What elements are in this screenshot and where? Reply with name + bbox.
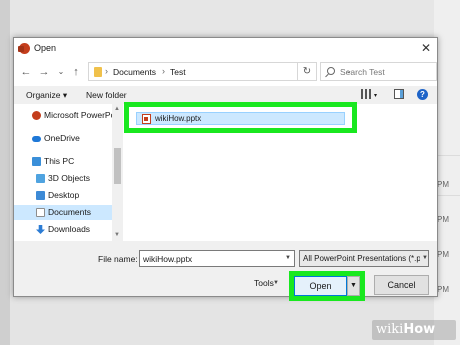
path-separator: › [162, 66, 165, 76]
document-icon [36, 208, 45, 217]
background-bottom-area [10, 300, 434, 345]
scrollbar-thumb[interactable] [114, 148, 121, 184]
background-time: PM [437, 180, 449, 189]
desktop-icon [36, 191, 45, 200]
open-options-dropdown[interactable]: ▼ [347, 276, 360, 296]
cloud-icon [32, 136, 41, 142]
sidebar-item-label: Documents [48, 207, 91, 217]
open-button-highlight: Open ▼ [289, 271, 365, 301]
sidebar-item-onedrive[interactable]: OneDrive [14, 131, 112, 146]
navigation-pane: Microsoft PowerPo OneDrive This PC 3D Ob… [14, 104, 116, 241]
view-options-icon[interactable] [361, 89, 371, 99]
open-button[interactable]: Open [294, 276, 347, 296]
background-time: PM [437, 215, 449, 224]
wikihow-watermark: wikiHow [372, 320, 456, 340]
file-item[interactable]: wikiHow.pptx [136, 112, 345, 125]
scroll-up-icon[interactable]: ▲ [114, 106, 120, 112]
dialog-title: Open [34, 43, 57, 53]
scroll-down-icon[interactable]: ▼ [114, 232, 120, 238]
background-left-panel [0, 0, 10, 345]
organize-button[interactable]: Organize ▾ [26, 90, 67, 101]
recent-locations-dropdown[interactable]: ⌄ [54, 65, 68, 79]
sidebar-item-label: This PC [44, 156, 75, 166]
file-name: wikiHow.pptx [155, 114, 202, 123]
refresh-button[interactable]: ↻ [298, 62, 317, 81]
dialog-footer: File name: wikiHow.pptx ▼ All PowerPoint… [14, 241, 437, 301]
new-folder-button[interactable]: New folder [86, 90, 127, 100]
view-options-dropdown[interactable]: ▾ [374, 92, 377, 99]
search-placeholder: Search Test [340, 67, 385, 77]
file-type-value: All PowerPoint Presentations (*.p [303, 254, 421, 263]
search-input[interactable]: Search Test [320, 62, 437, 81]
sidebar-item-downloads[interactable]: Downloads [14, 222, 112, 237]
file-highlight-box: wikiHow.pptx [124, 102, 357, 133]
preview-pane-icon[interactable] [394, 89, 404, 99]
up-button[interactable]: ↑ [69, 65, 83, 79]
cancel-button[interactable]: Cancel [374, 275, 429, 295]
sidebar-item-3d-objects[interactable]: 3D Objects [14, 171, 112, 186]
watermark-wiki: wiki [376, 322, 404, 337]
sidebar-item-label: Microsoft PowerPo [44, 110, 116, 120]
cube-icon [36, 174, 45, 183]
sidebar-item-label: OneDrive [44, 133, 80, 143]
address-bar[interactable]: › Documents › Test ⌄ [88, 62, 352, 81]
path-separator: › [105, 66, 108, 76]
computer-icon [32, 157, 41, 166]
open-file-dialog: Open ✕ ← → ⌄ ↑ › Documents › Test ⌄ ↻ Se… [13, 37, 438, 301]
file-type-filter[interactable]: All PowerPoint Presentations (*.p ▼ [299, 250, 429, 267]
search-icon [327, 67, 335, 75]
tools-button[interactable]: Tools [254, 278, 274, 288]
sidebar-item-label: Desktop [48, 190, 80, 200]
chevron-down-icon[interactable]: ▼ [420, 255, 428, 261]
sidebar-item-documents[interactable]: Documents [14, 205, 112, 220]
background-time: PM [437, 250, 449, 259]
sidebar-scrollbar[interactable]: ▲ ▼ [112, 104, 123, 241]
download-icon [36, 225, 45, 234]
pptx-file-icon [142, 114, 151, 124]
powerpoint-icon [18, 43, 30, 54]
chevron-down-icon[interactable]: ▼ [285, 255, 291, 261]
sidebar-item-label: 3D Objects [48, 173, 91, 183]
sidebar-item-microsoft-powerpoint[interactable]: Microsoft PowerPo [14, 108, 116, 123]
forward-button[interactable]: → [37, 65, 51, 79]
powerpoint-icon [32, 111, 41, 120]
file-name-value: wikiHow.pptx [143, 254, 193, 264]
chevron-down-icon[interactable]: ▼ [273, 280, 279, 286]
folder-icon [94, 67, 102, 77]
help-icon[interactable]: ? [417, 89, 428, 100]
sidebar-item-desktop[interactable]: Desktop [14, 188, 112, 203]
title-bar: Open ✕ [14, 38, 437, 60]
sidebar-item-this-pc[interactable]: This PC [14, 154, 112, 169]
watermark-how: How [403, 322, 436, 337]
close-button[interactable]: ✕ [419, 41, 433, 55]
file-name-label: File name: [98, 254, 138, 264]
breadcrumb-test[interactable]: Test [170, 67, 186, 77]
sidebar-item-label: Downloads [48, 224, 91, 234]
file-name-field[interactable]: wikiHow.pptx ▼ [139, 250, 295, 267]
back-button[interactable]: ← [19, 65, 33, 79]
breadcrumb-documents[interactable]: Documents [113, 67, 156, 77]
background-time: PM [437, 285, 449, 294]
